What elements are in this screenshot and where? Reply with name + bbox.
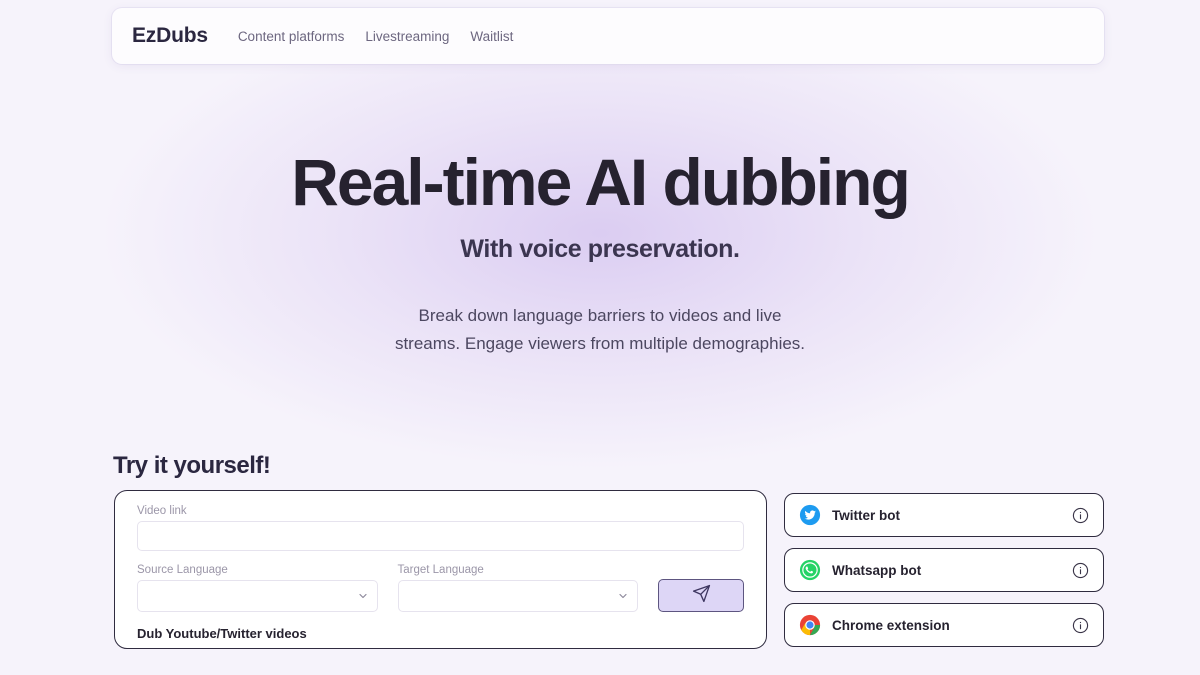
nav-link-waitlist[interactable]: Waitlist (470, 29, 513, 44)
language-row: Source Language Target Language (137, 564, 744, 612)
target-language-label: Target Language (397, 564, 484, 576)
card-label-twitter-bot: Twitter bot (832, 507, 900, 523)
paper-plane-icon (692, 584, 711, 608)
platform-cards: Twitter bot Whatsapp bot Chrome extensio… (784, 493, 1104, 647)
whatsapp-icon (799, 559, 821, 581)
target-language-select-wrap (397, 580, 638, 612)
card-whatsapp-bot[interactable]: Whatsapp bot (784, 548, 1104, 592)
source-language-group: Source Language (137, 564, 378, 612)
chrome-icon (799, 614, 821, 636)
hero-section: Real-time AI dubbing With voice preserva… (0, 145, 1200, 357)
card-twitter-bot[interactable]: Twitter bot (784, 493, 1104, 537)
info-icon[interactable] (1072, 562, 1089, 579)
card-label-chrome-extension: Chrome extension (832, 617, 950, 633)
landing-page: EzDubs Content platforms Livestreaming W… (0, 0, 1200, 675)
navbar: EzDubs Content platforms Livestreaming W… (112, 8, 1104, 64)
source-language-select-wrap (137, 580, 378, 612)
info-icon[interactable] (1072, 617, 1089, 634)
page-title: Real-time AI dubbing (291, 145, 911, 219)
target-language-select[interactable] (397, 580, 638, 612)
target-language-group: Target Language (397, 564, 638, 612)
hero-description: Break down language barriers to videos a… (0, 302, 1200, 357)
card-label-whatsapp-bot: Whatsapp bot (832, 562, 922, 578)
hero-description-line-1: Break down language barriers to videos a… (418, 306, 782, 326)
nav-link-content-platforms[interactable]: Content platforms (238, 29, 345, 44)
twitter-icon (799, 504, 821, 526)
try-it-heading: Try it yourself! (113, 452, 271, 479)
submit-button[interactable] (658, 579, 744, 612)
source-language-label: Source Language (137, 564, 228, 576)
source-language-select[interactable] (137, 580, 378, 612)
form-note: Dub Youtube/Twitter videos (137, 626, 307, 641)
card-chrome-extension[interactable]: Chrome extension (784, 603, 1104, 647)
hero-description-line-2: streams. Engage viewers from multiple de… (394, 333, 806, 353)
dub-form-card: Video link Source Language Target Langua… (114, 490, 767, 649)
nav-link-livestreaming[interactable]: Livestreaming (365, 29, 449, 44)
hero-subtitle: With voice preservation. (460, 235, 740, 264)
video-link-label: Video link (137, 505, 187, 517)
logo[interactable]: EzDubs (132, 24, 208, 48)
video-link-input[interactable] (137, 521, 744, 551)
info-icon[interactable] (1072, 507, 1089, 524)
nav-links: Content platforms Livestreaming Waitlist (238, 29, 514, 44)
